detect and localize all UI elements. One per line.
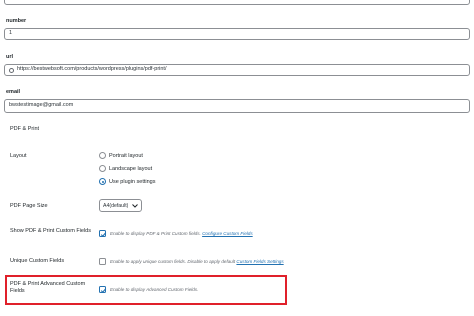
page-size-label: PDF Page Size xyxy=(10,203,48,209)
number-label: number xyxy=(6,18,27,24)
configure-custom-fields-link[interactable]: Configure Custom Fields xyxy=(202,231,253,236)
custom-fields-desc-text: Enable to display PDF & Print Custom fie… xyxy=(110,231,201,236)
url-label: url xyxy=(6,54,14,60)
top-field-input[interactable] xyxy=(4,0,470,5)
email-label: email xyxy=(6,89,21,95)
unique-fields-checkbox[interactable] xyxy=(99,258,106,265)
url-value: https://bestwebsoft.com/products/wordpre… xyxy=(17,66,167,73)
portrait-radio[interactable] xyxy=(99,152,106,159)
plugin-settings-radio[interactable] xyxy=(99,178,106,185)
email-input[interactable]: bwstestimage@gmail.com xyxy=(4,99,470,113)
acf-label: PDF & Print Advanced Custom Fields xyxy=(10,281,86,294)
email-value: bwstestimage@gmail.com xyxy=(9,102,74,109)
unique-fields-desc-text: Enable to apply unique custom fields. Di… xyxy=(110,259,236,264)
globe-icon xyxy=(9,67,14,73)
acf-checkbox[interactable] xyxy=(99,286,107,293)
plugin-settings-label: Use plugin settings xyxy=(109,179,156,185)
checkmark-icon xyxy=(100,288,107,293)
layout-label: Layout xyxy=(10,153,27,159)
section-title: PDF & Print xyxy=(10,126,40,132)
unique-fields-label: Unique Custom Fields xyxy=(10,258,65,264)
landscape-radio[interactable] xyxy=(99,165,106,172)
custom-fields-settings-link[interactable]: Custom Fields Settings xyxy=(236,259,283,264)
number-input[interactable]: 1 xyxy=(4,28,470,40)
custom-fields-desc: Enable to display PDF & Print Custom fie… xyxy=(110,231,253,236)
page-size-select[interactable]: A4(default) xyxy=(99,199,142,212)
page-size-value: A4(default) xyxy=(103,202,129,209)
checkmark-icon xyxy=(100,232,107,237)
number-value: 1 xyxy=(9,30,13,37)
acf-desc: Enable to display Advanced Custom Fields… xyxy=(110,287,199,292)
custom-fields-label: Show PDF & Print Custom Fields xyxy=(10,228,91,234)
chevron-down-icon xyxy=(132,204,138,208)
landscape-label: Landscape layout xyxy=(109,166,153,172)
portrait-label: Portrait layout xyxy=(109,153,143,159)
url-input[interactable]: https://bestwebsoft.com/products/wordpre… xyxy=(4,64,470,76)
custom-fields-checkbox[interactable] xyxy=(99,230,107,237)
unique-fields-desc: Enable to apply unique custom fields. Di… xyxy=(110,259,284,264)
